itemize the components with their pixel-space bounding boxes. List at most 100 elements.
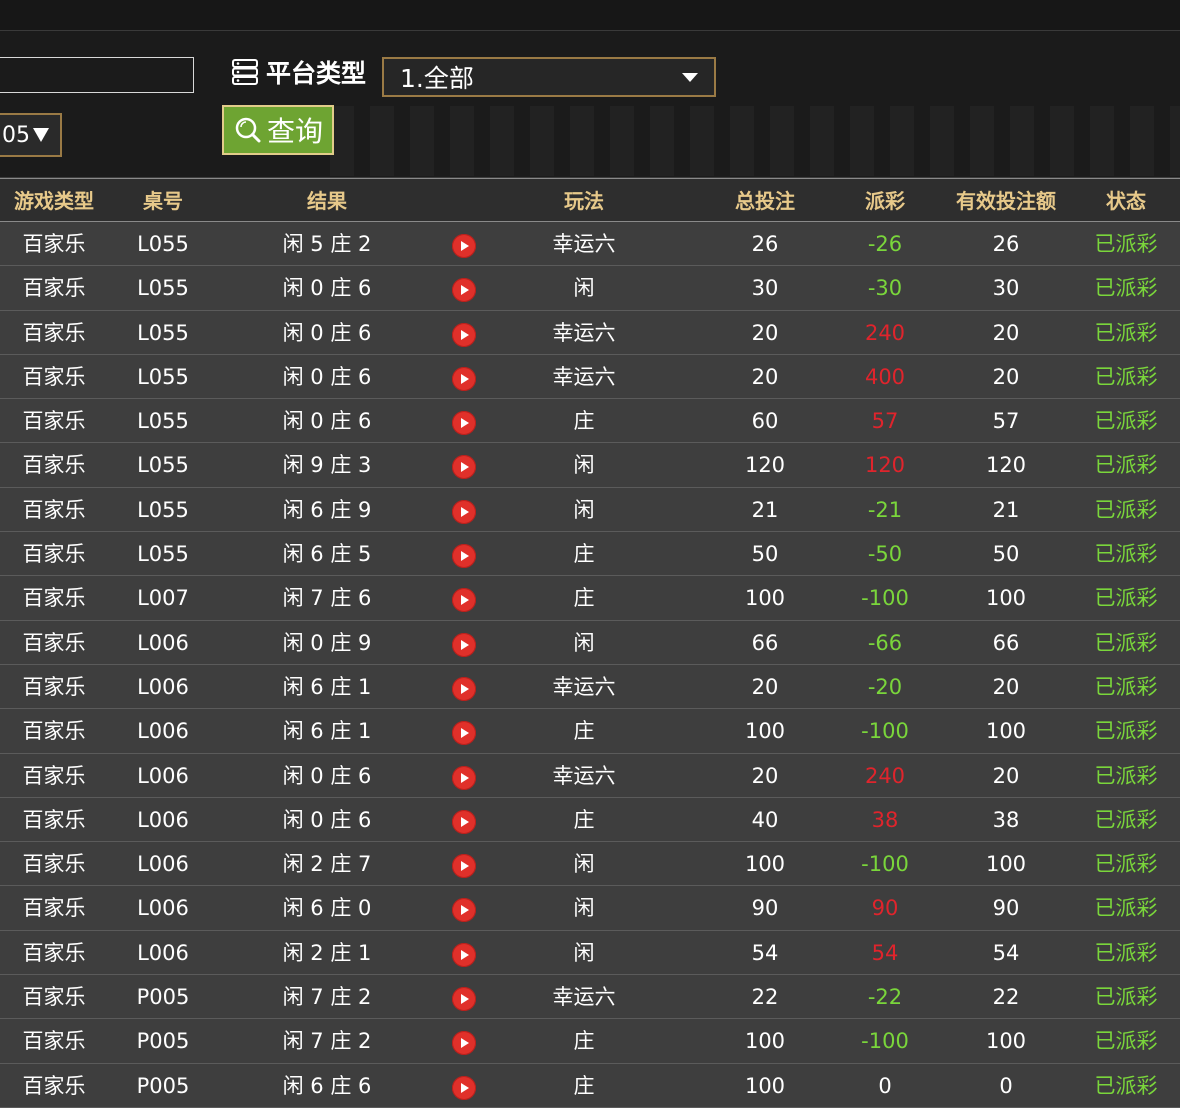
table-header: 游戏类型 桌号 结果 玩法 总投注 派彩 有效投注额 状态 — [0, 178, 1180, 222]
cell-result: 闲 6 庄 5 — [282, 542, 372, 567]
cell-result: 闲 7 庄 2 — [282, 985, 372, 1010]
cell-table-number: L055 — [137, 497, 189, 522]
play-icon[interactable] — [452, 499, 476, 524]
cell-table-number: L006 — [137, 896, 189, 921]
cell-valid-bet: 100 — [985, 1029, 1027, 1054]
cell-game-type: 百家乐 — [22, 719, 86, 744]
cell-table-number: L006 — [137, 763, 189, 788]
column-header-game-type: 游戏类型 — [14, 189, 94, 213]
cell-status: 已派彩 — [1094, 630, 1158, 655]
cell-table-number: L006 — [137, 719, 189, 744]
cell-game-type: 百家乐 — [22, 896, 86, 921]
cell-bet-type: 庄 — [573, 1029, 595, 1054]
query-button[interactable]: 查询 — [222, 105, 334, 155]
cell-total-bet: 90 — [751, 896, 779, 921]
play-icon[interactable] — [452, 765, 476, 790]
play-icon[interactable] — [452, 987, 476, 1012]
cell-payout: 240 — [864, 763, 906, 788]
cell-payout: -30 — [867, 276, 903, 301]
cell-status: 已派彩 — [1094, 320, 1158, 345]
play-icon[interactable] — [452, 455, 476, 480]
cell-bet-type: 庄 — [573, 409, 595, 434]
play-icon[interactable] — [452, 366, 476, 391]
play-icon[interactable] — [452, 234, 476, 258]
cell-replay — [444, 311, 484, 355]
cell-game-type: 百家乐 — [22, 940, 86, 965]
cell-result: 闲 0 庄 9 — [282, 630, 372, 655]
cell-game-type: 百家乐 — [22, 985, 86, 1010]
cell-valid-bet: 20 — [992, 320, 1020, 345]
cell-table-number: L055 — [137, 542, 189, 567]
cell-status: 已派彩 — [1094, 364, 1158, 389]
cell-valid-bet: 20 — [992, 674, 1020, 699]
play-icon[interactable] — [452, 544, 476, 569]
cell-game-type: 百家乐 — [22, 542, 86, 567]
cell-game-type: 百家乐 — [22, 320, 86, 345]
cell-valid-bet: 22 — [992, 985, 1020, 1010]
play-icon[interactable] — [452, 942, 476, 967]
play-icon[interactable] — [452, 411, 476, 436]
cell-payout: -26 — [867, 232, 903, 256]
cell-bet-type: 闲 — [573, 453, 595, 478]
play-icon[interactable] — [452, 854, 476, 879]
play-icon[interactable] — [452, 809, 476, 834]
cell-bet-type: 闲 — [573, 497, 595, 522]
cell-payout: -100 — [861, 719, 909, 744]
table-row: 百家乐 L006 闲 0 庄 6 庄 40 38 38 已派彩 — [0, 797, 1180, 843]
cell-payout: -66 — [867, 630, 903, 655]
cell-game-type: 百家乐 — [22, 586, 86, 611]
cell-game-type: 百家乐 — [22, 852, 86, 877]
cell-bet-type: 闲 — [573, 940, 595, 965]
cell-status: 已派彩 — [1094, 985, 1158, 1010]
cell-status: 已派彩 — [1094, 674, 1158, 699]
cell-payout: -100 — [861, 1029, 909, 1054]
table-row: 百家乐 L055 闲 0 庄 6 闲 30 -30 30 已派彩 — [0, 266, 1180, 311]
play-icon[interactable] — [452, 1031, 476, 1056]
platform-type-select[interactable]: 1.全部 — [382, 57, 716, 97]
cell-result: 闲 6 庄 1 — [282, 719, 372, 744]
table-number-select[interactable]: 05 — [0, 113, 62, 157]
table-number-value: 05 — [2, 122, 30, 148]
cell-result: 闲 0 庄 6 — [282, 807, 372, 832]
cell-replay — [444, 754, 484, 798]
cell-payout: -22 — [867, 985, 903, 1010]
cell-game-type: 百家乐 — [22, 763, 86, 788]
table-row: 百家乐 L006 闲 2 庄 1 闲 54 54 54 已派彩 — [0, 930, 1180, 976]
cell-total-bet: 54 — [751, 940, 779, 965]
cell-valid-bet: 20 — [992, 763, 1020, 788]
cell-replay — [444, 975, 484, 1019]
cell-replay — [444, 532, 484, 576]
cell-bet-type: 庄 — [573, 807, 595, 832]
cell-total-bet: 26 — [751, 232, 779, 256]
cell-total-bet: 50 — [751, 542, 779, 567]
cell-game-type: 百家乐 — [22, 807, 86, 832]
play-icon[interactable] — [452, 588, 476, 613]
cell-payout: 38 — [871, 807, 899, 832]
cell-bet-type: 幸运六 — [552, 320, 616, 345]
cell-table-number: L006 — [137, 630, 189, 655]
cell-payout: 57 — [871, 409, 899, 434]
cell-bet-type: 庄 — [573, 542, 595, 567]
play-icon[interactable] — [452, 721, 476, 746]
cell-game-type: 百家乐 — [22, 232, 86, 256]
cell-table-number: P005 — [136, 985, 190, 1010]
search-input[interactable] — [0, 57, 194, 93]
play-icon[interactable] — [452, 1075, 476, 1100]
play-icon[interactable] — [452, 676, 476, 701]
cell-status: 已派彩 — [1094, 586, 1158, 611]
play-icon[interactable] — [452, 632, 476, 657]
platform-type-value: 1.全部 — [400, 64, 474, 93]
cell-bet-type: 幸运六 — [552, 674, 616, 699]
column-header-status: 状态 — [1106, 189, 1146, 213]
cell-status: 已派彩 — [1094, 763, 1158, 788]
cell-payout: 90 — [871, 896, 899, 921]
table-row: 百家乐 L006 闲 6 庄 0 闲 90 90 90 已派彩 — [0, 886, 1180, 931]
cell-result: 闲 0 庄 6 — [282, 320, 372, 345]
play-icon[interactable] — [452, 898, 476, 923]
play-icon[interactable] — [452, 278, 476, 303]
cell-total-bet: 20 — [751, 364, 779, 389]
cell-valid-bet: 54 — [992, 940, 1020, 965]
play-icon[interactable] — [452, 322, 476, 347]
cell-total-bet: 21 — [751, 497, 779, 522]
cell-total-bet: 22 — [751, 985, 779, 1010]
